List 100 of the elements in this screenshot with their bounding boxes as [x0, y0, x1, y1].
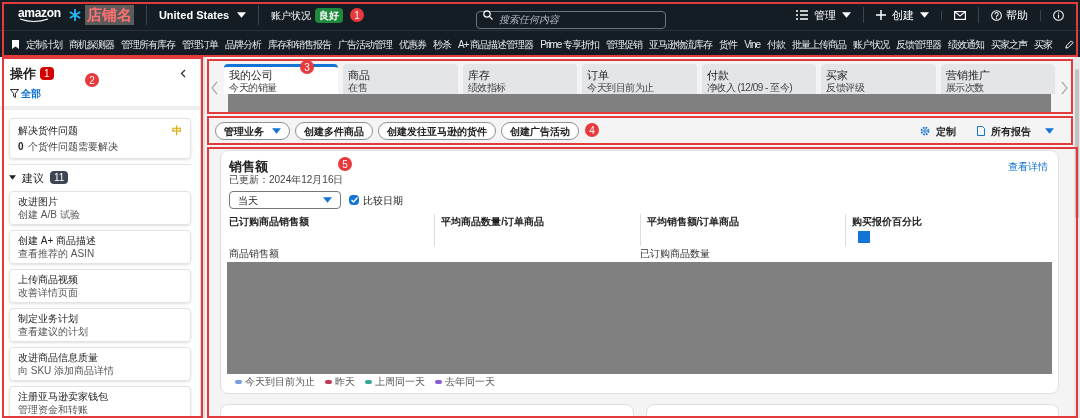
suggestion-subtitle: 创建 A/B 试验: [18, 208, 81, 221]
nav-link[interactable]: 商机探测器: [69, 36, 114, 52]
count-badge: 1: [40, 67, 54, 81]
caret-icon: [842, 12, 851, 18]
suggestion-card[interactable]: 注册亚马逊卖家钱包 管理资金和转账: [9, 386, 191, 418]
filter-icon[interactable]: [10, 88, 19, 98]
reports-button[interactable]: 所有报告: [977, 123, 1054, 139]
suggestion-card[interactable]: 改进图片 创建 A/B 试验: [9, 191, 191, 225]
metric-tab[interactable]: 库存 绩效指标: [462, 64, 578, 94]
account-health-label[interactable]: 账户状况: [271, 7, 312, 23]
metric-label: 平均销售额/订单商品: [646, 215, 741, 229]
snowflake-icon: [68, 9, 81, 21]
nav-link[interactable]: 反馈管理器: [896, 36, 942, 52]
action-button[interactable]: 管理业务: [215, 122, 290, 140]
nav-link[interactable]: 买家之声: [991, 36, 1028, 52]
details-link[interactable]: 查看详情: [1008, 159, 1048, 174]
nav-link[interactable]: 亚马逊物流库存: [649, 36, 713, 52]
mail-icon[interactable]: [954, 10, 966, 20]
metric-tab[interactable]: 订单 今天到目前为止: [582, 64, 697, 94]
scrollbar-thumb[interactable]: [1075, 69, 1079, 219]
help-icon: [991, 9, 1002, 21]
nav-link[interactable]: 广告活动管理: [338, 36, 392, 52]
nav-link[interactable]: 货件: [719, 36, 738, 52]
nav-link[interactable]: 管理订单: [182, 36, 218, 52]
nav-link[interactable]: 品牌分析: [225, 36, 261, 52]
manage-menu-button[interactable]: 管理: [784, 6, 863, 24]
caret-icon: [272, 128, 281, 134]
create-menu-button[interactable]: 创建: [863, 6, 941, 24]
section-toggle[interactable]: 建议 11: [9, 169, 191, 186]
amazon-logo[interactable]: amazon: [18, 7, 61, 23]
caret-icon: [323, 197, 332, 203]
compare-checkbox[interactable]: [349, 195, 359, 205]
priority-label: 中: [172, 123, 182, 138]
metric-label: 购买报价百分比: [851, 215, 923, 229]
marketplace-selector[interactable]: United States: [146, 6, 259, 24]
suggestion-card[interactable]: 上传商品视频 改善详情页面: [9, 269, 191, 303]
task-card[interactable]: 解决货件问题 中 0 个货件问题需要解决: [9, 117, 191, 159]
action-button[interactable]: 创建广告活动: [501, 122, 579, 140]
action-button[interactable]: 创建发往亚马逊的货件: [378, 122, 496, 140]
store-name: 店铺名: [84, 5, 134, 25]
period-dropdown[interactable]: 当天: [229, 191, 341, 209]
action-button[interactable]: 创建多件商品: [295, 122, 373, 140]
task-description: 个货件问题需要解决: [27, 139, 118, 154]
caret-icon: [9, 175, 16, 181]
suggestion-card[interactable]: 改进商品信息质量 向 SKU 添加商品详情: [9, 347, 191, 381]
nav-link[interactable]: 管理所有库存: [121, 36, 175, 52]
suggestion-title: 注册亚马逊卖家钱包: [18, 390, 109, 403]
suggestion-title: 制定业务计划: [18, 312, 79, 325]
card-title: 销售额: [229, 159, 268, 174]
caret-icon: [237, 12, 247, 18]
suggestion-card[interactable]: 创建 A+ 商品描述 查看推荐的 ASIN: [9, 230, 191, 264]
metric-label: 已订购商品销售额: [229, 215, 310, 229]
nav-link[interactable]: Vine: [744, 36, 761, 52]
nav-link[interactable]: 账户状况: [853, 36, 890, 52]
nav-link[interactable]: 优惠券: [399, 36, 426, 52]
nav-link[interactable]: 绩效通知: [948, 36, 985, 52]
document-icon: [977, 126, 985, 136]
list-icon: [796, 10, 808, 20]
suggestion-title: 上传商品视频: [18, 273, 79, 286]
legend-label: 今天到目前为止: [245, 376, 315, 388]
checkbox-label: 比较日期: [363, 193, 403, 208]
search-field[interactable]: 搜索任何内容: [476, 10, 666, 29]
customize-button[interactable]: 定制: [920, 123, 956, 139]
metric-label: 平均商品数量/订单商品: [441, 215, 546, 229]
nav-link[interactable]: 付款: [767, 36, 786, 52]
metric-tab[interactable]: 付款 净收入 (12/09 - 至今): [701, 64, 817, 94]
nav-link[interactable]: 批量上传商品: [792, 36, 847, 52]
plus-icon: [876, 10, 886, 20]
caret-icon: [920, 12, 929, 18]
suggestion-card[interactable]: 制定业务计划 查看建议的计划: [9, 308, 191, 342]
metric-swatch-icon: [857, 231, 870, 243]
chart-label: 商品销售额: [229, 248, 280, 260]
nav-link[interactable]: 定制计划: [26, 36, 62, 52]
nav-link[interactable]: Prime 专享折扣: [540, 36, 600, 52]
suggestion-title: 改进商品信息质量: [18, 351, 99, 364]
suggestion-subtitle: 向 SKU 添加商品详情: [18, 364, 116, 377]
pencil-icon[interactable]: [1065, 39, 1074, 49]
info-icon[interactable]: [1053, 9, 1064, 21]
nav-link[interactable]: 管理促销: [606, 36, 643, 52]
nav-link[interactable]: 库存和销售报告: [268, 36, 331, 52]
metric-tab[interactable]: 买家 反馈评级: [821, 64, 936, 94]
nav-link[interactable]: 秒杀: [433, 36, 451, 52]
metric-tab[interactable]: 营销推广 展示次数: [940, 64, 1055, 94]
status-badge: 良好: [315, 7, 344, 23]
suggestion-title: 创建 A+ 商品描述: [18, 234, 98, 247]
search-icon: [483, 10, 493, 20]
bookmark-icon[interactable]: [12, 39, 19, 49]
suggestion-subtitle: 查看建议的计划: [18, 325, 89, 338]
nav-link[interactable]: A+ 商品描述管理器: [458, 36, 534, 52]
task-count: 0: [18, 139, 24, 154]
suggestion-subtitle: 管理资金和转账: [18, 403, 89, 416]
filter-link[interactable]: 全部: [21, 85, 41, 101]
nav-link[interactable]: 买家: [1034, 36, 1053, 52]
collapse-icon[interactable]: [180, 69, 186, 79]
caret-icon: [1045, 128, 1054, 134]
help-button[interactable]: 帮助: [978, 6, 1040, 24]
metric-tab[interactable]: 商品 在售: [343, 64, 458, 94]
legend-label: 昨天: [335, 376, 355, 388]
legend-label: 去年同一天: [445, 376, 495, 388]
task-title: 解决货件问题: [18, 123, 78, 138]
